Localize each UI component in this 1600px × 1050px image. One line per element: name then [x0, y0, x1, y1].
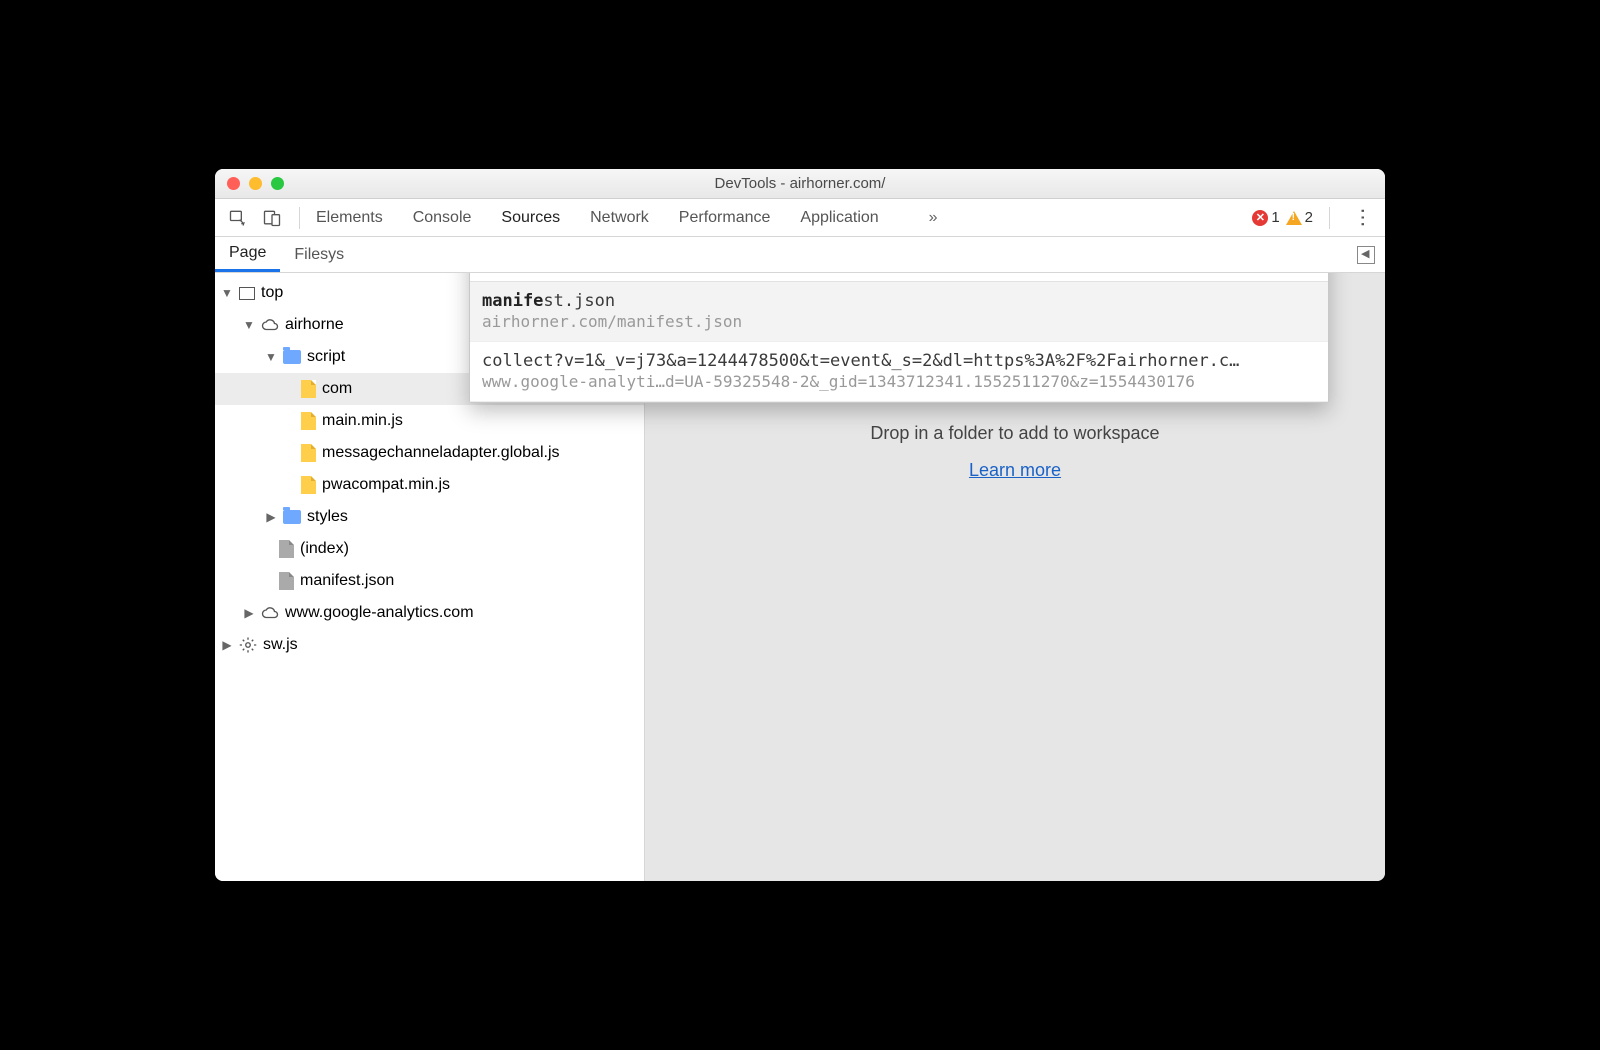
tree-label: www.google-analytics.com — [285, 604, 474, 622]
sources-subtabs: Page Filesys — [215, 237, 1385, 273]
tree-node-file-index[interactable]: (index) — [215, 533, 644, 565]
tree-label: sw.js — [263, 636, 298, 654]
tree-node-service-worker[interactable]: ▶ sw.js — [215, 629, 644, 661]
disclosure-triangle-icon[interactable]: ▶ — [265, 510, 277, 524]
tree-label: messagechanneladapter.global.js — [322, 444, 560, 462]
gear-icon — [239, 636, 257, 654]
js-file-icon — [301, 380, 316, 398]
tab-sources[interactable]: Sources — [501, 209, 560, 227]
collapse-sidebar-icon[interactable] — [1357, 246, 1375, 264]
open-file-popup: manife manifest.json airhorner.com/manif… — [469, 273, 1329, 403]
tab-performance[interactable]: Performance — [679, 209, 771, 227]
error-count-badge[interactable]: ✕ 1 — [1252, 209, 1279, 226]
open-file-result[interactable]: manifest.json airhorner.com/manifest.jso… — [470, 282, 1328, 342]
toolbar-separator — [1329, 207, 1330, 229]
toolbar-separator — [299, 207, 300, 229]
close-window-button[interactable] — [227, 177, 240, 190]
tree-node-file[interactable]: main.min.js — [215, 405, 644, 437]
tree-node-folder-styles[interactable]: ▶ styles — [215, 501, 644, 533]
main-toolbar: Elements Console Sources Network Perform… — [215, 199, 1385, 237]
cloud-icon — [261, 316, 279, 334]
tree-node-file[interactable]: messagechanneladapter.global.js — [215, 437, 644, 469]
document-file-icon — [279, 572, 294, 590]
js-file-icon — [301, 476, 316, 494]
minimize-window-button[interactable] — [249, 177, 262, 190]
tree-label: (index) — [300, 540, 349, 558]
tabs-overflow-icon[interactable]: » — [929, 209, 938, 227]
tree-node-file-manifest[interactable]: manifest.json — [215, 565, 644, 597]
disclosure-triangle-icon[interactable]: ▶ — [243, 606, 255, 620]
subtab-filesystem[interactable]: Filesys — [280, 237, 358, 272]
js-file-icon — [301, 444, 316, 462]
disclosure-triangle-icon[interactable]: ▼ — [265, 350, 277, 364]
disclosure-triangle-icon[interactable]: ▶ — [221, 638, 233, 652]
tree-label: pwacompat.min.js — [322, 476, 450, 494]
result-match-rest: st.json — [543, 291, 615, 311]
warning-count: 2 — [1305, 209, 1313, 226]
inspect-element-icon[interactable] — [225, 205, 251, 231]
result-match-bold: manife — [482, 291, 543, 311]
tree-label: styles — [307, 508, 348, 526]
error-count: 1 — [1271, 209, 1279, 226]
tree-label: com — [322, 380, 352, 398]
traffic-lights — [215, 177, 284, 190]
tree-node-file[interactable]: pwacompat.min.js — [215, 469, 644, 501]
window-titlebar: DevTools - airhorner.com/ — [215, 169, 1385, 199]
frame-icon — [239, 287, 255, 300]
device-toolbar-icon[interactable] — [259, 205, 285, 231]
zoom-window-button[interactable] — [271, 177, 284, 190]
open-file-query-input[interactable]: manife — [470, 273, 1328, 282]
window-title: DevTools - airhorner.com/ — [215, 175, 1385, 192]
tab-console[interactable]: Console — [413, 209, 472, 227]
tree-label: top — [261, 284, 283, 302]
disclosure-triangle-icon[interactable]: ▼ — [243, 318, 255, 332]
disclosure-triangle-icon[interactable]: ▼ — [221, 286, 233, 300]
subtab-page[interactable]: Page — [215, 237, 280, 272]
document-file-icon — [279, 540, 294, 558]
devtools-window: DevTools - airhorner.com/ Elements Conso… — [215, 169, 1385, 881]
warning-icon — [1286, 211, 1302, 225]
result-path: www.google-analyti…d=UA-59325548-2&_gid=… — [482, 372, 1316, 393]
warning-count-badge[interactable]: 2 — [1286, 209, 1313, 226]
tree-node-domain[interactable]: ▶ www.google-analytics.com — [215, 597, 644, 629]
learn-more-link[interactable]: Learn more — [969, 460, 1061, 481]
panel-tabs: Elements Console Sources Network Perform… — [316, 209, 938, 227]
tab-application[interactable]: Application — [800, 209, 878, 227]
error-icon: ✕ — [1252, 210, 1268, 226]
tree-label: manifest.json — [300, 572, 394, 590]
open-file-result[interactable]: collect?v=1&_v=j73&a=1244478500&t=event&… — [470, 342, 1328, 402]
js-file-icon — [301, 412, 316, 430]
tab-network[interactable]: Network — [590, 209, 649, 227]
result-match-rest: collect?v=1&_v=j73&a=1244478500&t=event&… — [482, 351, 1239, 371]
tree-label: main.min.js — [322, 412, 403, 430]
workspace-drop-hint: Drop in a folder to add to workspace — [870, 423, 1159, 444]
folder-open-icon — [283, 350, 301, 364]
folder-icon — [283, 510, 301, 524]
toolbar-right: ✕ 1 2 ⋯ — [1252, 207, 1379, 229]
tab-elements[interactable]: Elements — [316, 209, 383, 227]
tree-label: script — [307, 348, 345, 366]
tree-label: airhorne — [285, 316, 344, 334]
panel-body: ▼ top ▼ airhorne ▼ script com — [215, 273, 1385, 881]
cloud-icon — [261, 604, 279, 622]
result-path: airhorner.com/manifest.json — [482, 312, 1316, 333]
